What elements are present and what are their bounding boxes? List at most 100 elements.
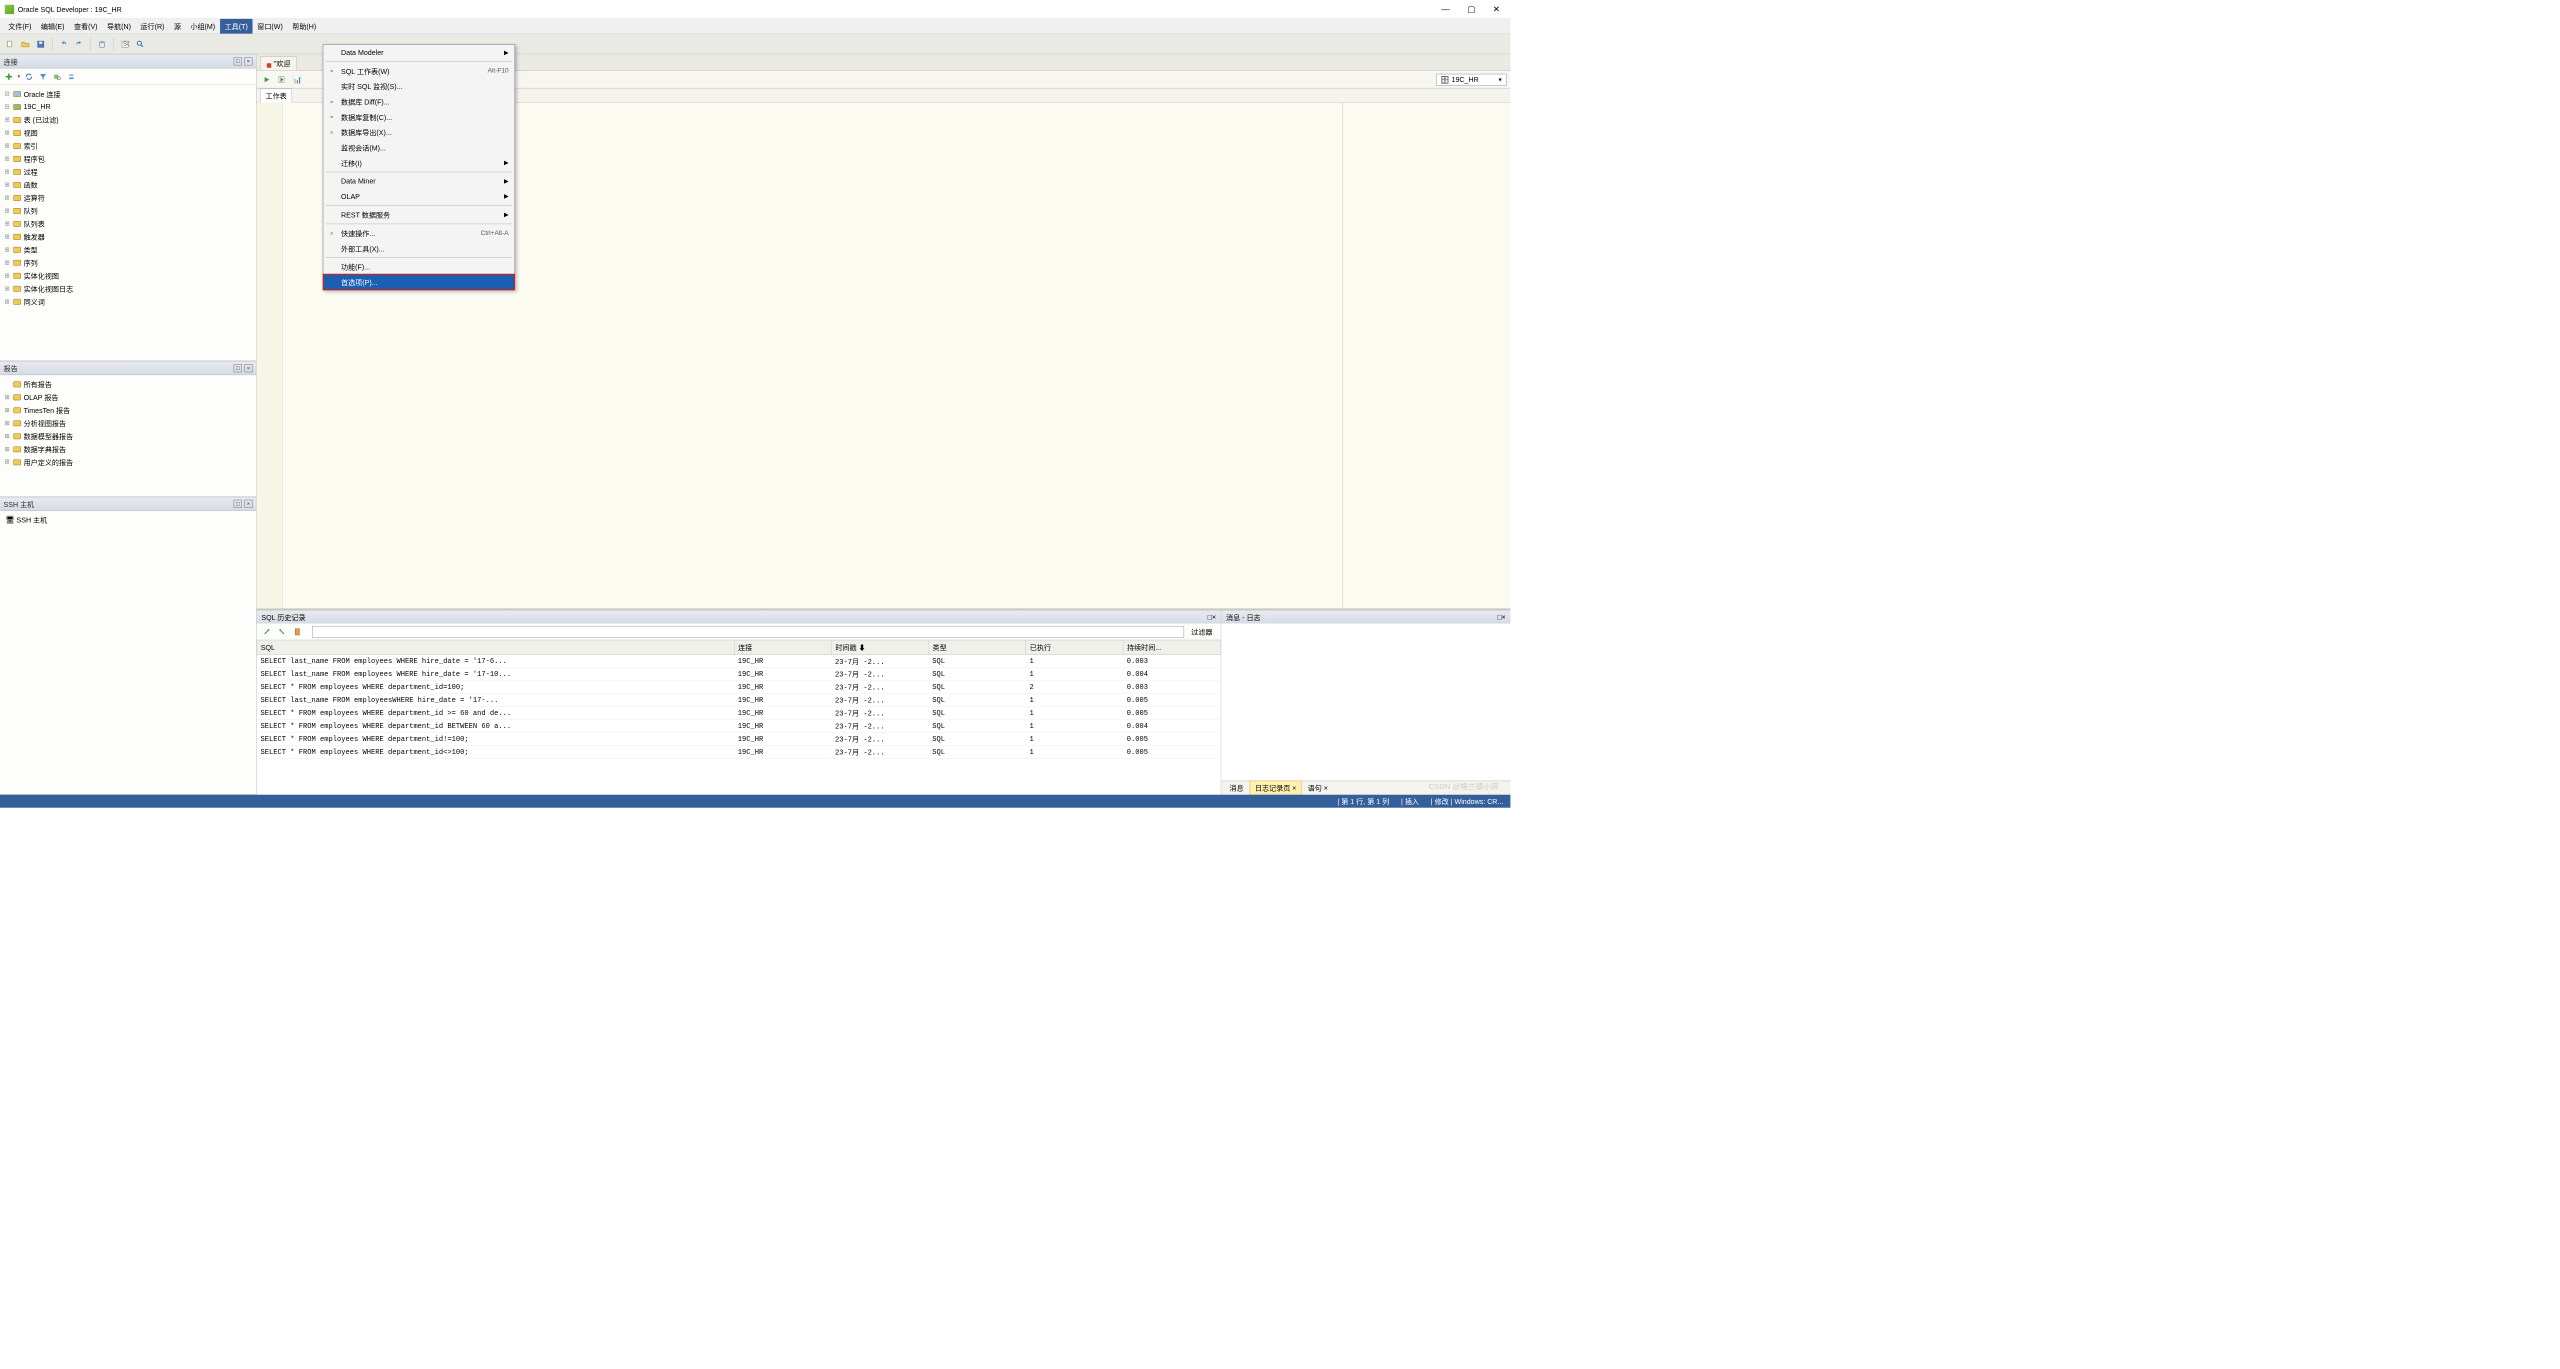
tree-node[interactable]: 所有报告 bbox=[0, 378, 256, 391]
tree-node[interactable]: ⊞OLAP 报告 bbox=[0, 391, 256, 404]
find-db-button[interactable] bbox=[51, 70, 64, 83]
tree-node[interactable]: ⊞实体化视图日志 bbox=[0, 282, 256, 295]
menu-item[interactable]: 文件(F) bbox=[4, 19, 37, 34]
replace-button[interactable] bbox=[276, 625, 289, 638]
tns-button[interactable] bbox=[65, 70, 78, 83]
table-row[interactable]: SELECT * FROM employees WHERE department… bbox=[257, 720, 1220, 733]
tree-node[interactable]: ⊞实体化视图 bbox=[0, 269, 256, 282]
menu-item[interactable]: ▫SQL 工作表(W)Alt-F10 bbox=[323, 63, 514, 78]
tree-node[interactable]: ⊞程序包 bbox=[0, 152, 256, 165]
table-row[interactable]: SELECT last_name FROM employeesWHERE hir… bbox=[257, 694, 1220, 707]
menu-item[interactable]: 工具(T) bbox=[220, 19, 253, 34]
tree-node[interactable]: ⊟Oracle 连接 bbox=[0, 87, 256, 100]
message-tab[interactable]: 语句 × bbox=[1303, 781, 1333, 795]
tree-node[interactable]: ⊞类型 bbox=[0, 243, 256, 256]
column-header[interactable]: 类型 bbox=[929, 640, 1026, 654]
ssh-tree[interactable]: 🖥SSH 主机 bbox=[0, 511, 256, 794]
menu-item[interactable]: ▫快速操作...Ctrl+Alt-A bbox=[323, 225, 514, 240]
column-header[interactable]: 持续时间... bbox=[1123, 640, 1220, 654]
table-row[interactable]: SELECT last_name FROM employees WHERE hi… bbox=[257, 655, 1220, 668]
table-row[interactable]: SELECT * FROM employees WHERE department… bbox=[257, 745, 1220, 758]
worksheet-tab[interactable]: 工作表 bbox=[260, 88, 292, 102]
message-tab[interactable]: 消息 bbox=[1225, 781, 1249, 795]
tree-node[interactable]: ⊞视图 bbox=[0, 126, 256, 139]
menu-item[interactable]: 功能(F)... bbox=[323, 259, 514, 274]
connection-selector[interactable]: 🗄 19C_HR ▼ bbox=[1436, 73, 1507, 85]
menu-item[interactable]: 查看(V) bbox=[69, 19, 102, 34]
ssh-root[interactable]: SSH 主机 bbox=[17, 515, 48, 525]
tree-node[interactable]: ⊞运算符 bbox=[0, 191, 256, 204]
table-row[interactable]: SELECT last_name FROM employees WHERE hi… bbox=[257, 668, 1220, 681]
menu-item[interactable]: 首选项(P)... bbox=[323, 274, 514, 289]
column-header[interactable]: 时间戳 ⬇ bbox=[831, 640, 928, 654]
tree-node[interactable]: ⊞分析视图报告 bbox=[0, 417, 256, 430]
minimize-button[interactable]: — bbox=[1441, 4, 1449, 14]
undo-button[interactable] bbox=[57, 37, 70, 50]
tree-node[interactable]: ⊞队列 bbox=[0, 204, 256, 217]
reports-tree[interactable]: 所有报告⊞OLAP 报告⊞TimesTen 报告⊞分析视图报告⊞数据模型器报告 ⊞… bbox=[0, 375, 256, 496]
redo-button[interactable] bbox=[73, 37, 86, 50]
connections-tree[interactable]: ⊟Oracle 连接⊟19C_HR⊞表 (已过滤)⊞视图⊞索引⊞程序包⊞过程⊞函… bbox=[0, 85, 256, 361]
new-button[interactable] bbox=[4, 37, 17, 50]
tree-node[interactable]: ⊞函数 bbox=[0, 178, 256, 191]
menu-item[interactable]: 编辑(E) bbox=[36, 19, 69, 34]
panel-close-icon[interactable]: × bbox=[1502, 613, 1506, 621]
append-button[interactable] bbox=[260, 625, 273, 638]
menu-item[interactable]: 监视会话(M)... bbox=[323, 140, 514, 155]
history-filter-input[interactable] bbox=[312, 626, 1184, 638]
table-row[interactable]: SELECT * FROM employees WHERE department… bbox=[257, 732, 1220, 745]
new-connection-button[interactable] bbox=[2, 70, 15, 83]
tree-node[interactable]: ⊞表 (已过滤) bbox=[0, 113, 256, 126]
save-button[interactable] bbox=[34, 37, 47, 50]
menu-item[interactable]: 帮助(H) bbox=[288, 19, 321, 34]
table-row[interactable]: SELECT * FROM employees WHERE department… bbox=[257, 681, 1220, 694]
history-table[interactable]: SQL连接时间戳 ⬇类型已执行持续时间...SELECT last_name F… bbox=[257, 640, 1221, 795]
panel-restore-icon[interactable]: □ bbox=[234, 57, 242, 65]
menu-item[interactable]: 迁移(I)▶ bbox=[323, 155, 514, 170]
menu-item[interactable]: 外部工具(X)... bbox=[323, 241, 514, 256]
menu-item[interactable]: 运行(R) bbox=[136, 19, 169, 34]
tree-node[interactable]: ⊞同义词 bbox=[0, 295, 256, 308]
explain-button[interactable]: 📊 bbox=[291, 73, 304, 86]
menu-item[interactable]: Data Modeler▶ bbox=[323, 45, 514, 60]
tree-node[interactable]: ⊞TimesTen 报告 bbox=[0, 404, 256, 417]
menu-item[interactable]: OLAP▶ bbox=[323, 189, 514, 204]
menu-item[interactable]: 导航(N) bbox=[102, 19, 135, 34]
menu-item[interactable]: ▫数据库 Diff(F)... bbox=[323, 94, 514, 109]
tree-node[interactable]: ⊟19C_HR bbox=[0, 100, 256, 113]
tree-node[interactable]: ⊞队列表 bbox=[0, 217, 256, 230]
column-header[interactable]: 连接 bbox=[734, 640, 831, 654]
open-button[interactable] bbox=[19, 37, 32, 50]
tree-node[interactable]: ⊞触发器 bbox=[0, 230, 256, 243]
tree-node[interactable]: ⊞用户定义的报告 bbox=[0, 455, 256, 468]
panel-restore-icon[interactable]: □ bbox=[234, 364, 242, 372]
close-button[interactable]: ✕ bbox=[1493, 4, 1500, 14]
tree-node[interactable]: ⊞序列 bbox=[0, 256, 256, 269]
menu-item[interactable]: 源 bbox=[169, 19, 186, 34]
clear-button[interactable] bbox=[291, 625, 304, 638]
menu-item[interactable]: Data Miner▶ bbox=[323, 173, 514, 188]
column-header[interactable]: SQL bbox=[257, 640, 734, 654]
run-script-button[interactable] bbox=[276, 73, 289, 86]
panel-close-icon[interactable]: × bbox=[244, 57, 252, 65]
tree-node[interactable]: ⊞数据模型器报告 bbox=[0, 430, 256, 443]
message-tab[interactable]: 日志记录页 × bbox=[1250, 781, 1302, 796]
editor-tab-welcome[interactable]: "欢迎 bbox=[260, 56, 297, 70]
menu-item[interactable]: 小组(M) bbox=[186, 19, 220, 34]
filter-button[interactable] bbox=[37, 70, 50, 83]
menu-item[interactable]: 窗口(W) bbox=[253, 19, 288, 34]
panel-close-icon[interactable]: × bbox=[244, 364, 252, 372]
sql-worksheet-button[interactable]: SQL bbox=[119, 37, 132, 50]
menu-item[interactable]: REST 数据服务▶ bbox=[323, 207, 514, 222]
menu-item[interactable]: ▫数据库复制(C)... bbox=[323, 109, 514, 124]
tree-node[interactable]: ⊞索引 bbox=[0, 139, 256, 152]
find-button[interactable] bbox=[134, 37, 147, 50]
table-row[interactable]: SELECT * FROM employees WHERE department… bbox=[257, 707, 1220, 720]
maximize-button[interactable]: ▢ bbox=[1467, 4, 1475, 14]
refresh-button[interactable] bbox=[22, 70, 35, 83]
panel-close-icon[interactable]: × bbox=[244, 500, 252, 508]
column-header[interactable]: 已执行 bbox=[1026, 640, 1123, 654]
db-icon[interactable] bbox=[96, 37, 109, 50]
menu-item[interactable]: 实时 SQL 监视(S)... bbox=[323, 78, 514, 93]
run-button[interactable] bbox=[260, 73, 273, 86]
